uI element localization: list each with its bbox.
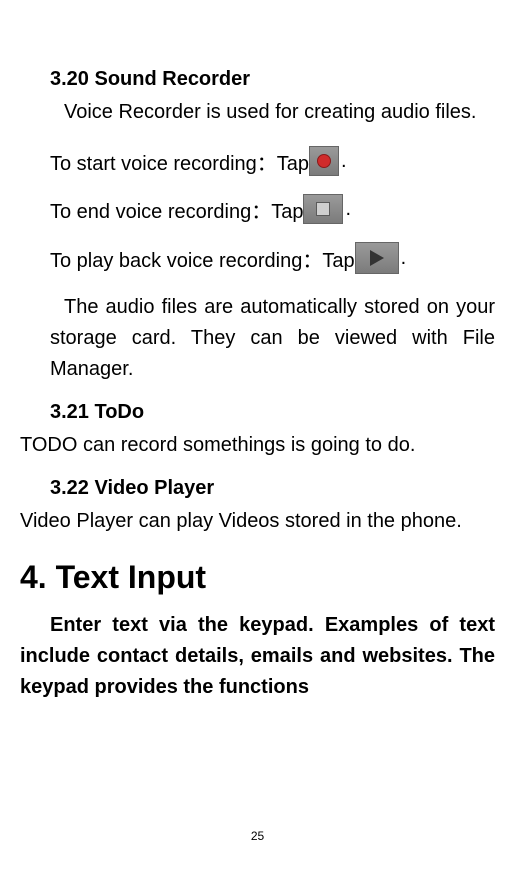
chapter-4-title: 4. Text Input: [20, 559, 495, 596]
end-recording-text-after: .: [345, 198, 351, 221]
start-recording-text-after: .: [341, 150, 347, 173]
end-recording-text-before: To end voice recording：Tap: [50, 195, 303, 224]
storage-note: The audio files are automatically stored…: [50, 292, 495, 385]
document-page: 3.20 Sound Recorder Voice Recorder is us…: [0, 0, 515, 751]
playback-text-before: To play back voice recording：Tap: [50, 244, 355, 273]
playback-line: To play back voice recording：Tap .: [50, 242, 495, 274]
play-icon: [355, 242, 399, 274]
heading-3-20: 3.20 Sound Recorder: [50, 68, 495, 91]
page-number: 25: [0, 829, 515, 843]
stop-icon: [303, 194, 343, 224]
start-recording-text-before: To start voice recording：Tap: [50, 147, 309, 176]
heading-3-22: 3.22 Video Player: [50, 477, 495, 500]
chapter-4-body: Enter text via the keypad. Examples of t…: [20, 610, 495, 703]
start-recording-line: To start voice recording：Tap .: [50, 146, 495, 176]
playback-text-after: .: [401, 247, 407, 270]
heading-3-21: 3.21 ToDo: [50, 401, 495, 424]
video-player-body: Video Player can play Videos stored in t…: [20, 506, 495, 537]
end-recording-line: To end voice recording：Tap .: [50, 194, 495, 224]
sound-recorder-intro: Voice Recorder is used for creating audi…: [20, 97, 495, 128]
record-icon: [309, 146, 339, 176]
todo-body: TODO can record somethings is going to d…: [20, 430, 495, 461]
